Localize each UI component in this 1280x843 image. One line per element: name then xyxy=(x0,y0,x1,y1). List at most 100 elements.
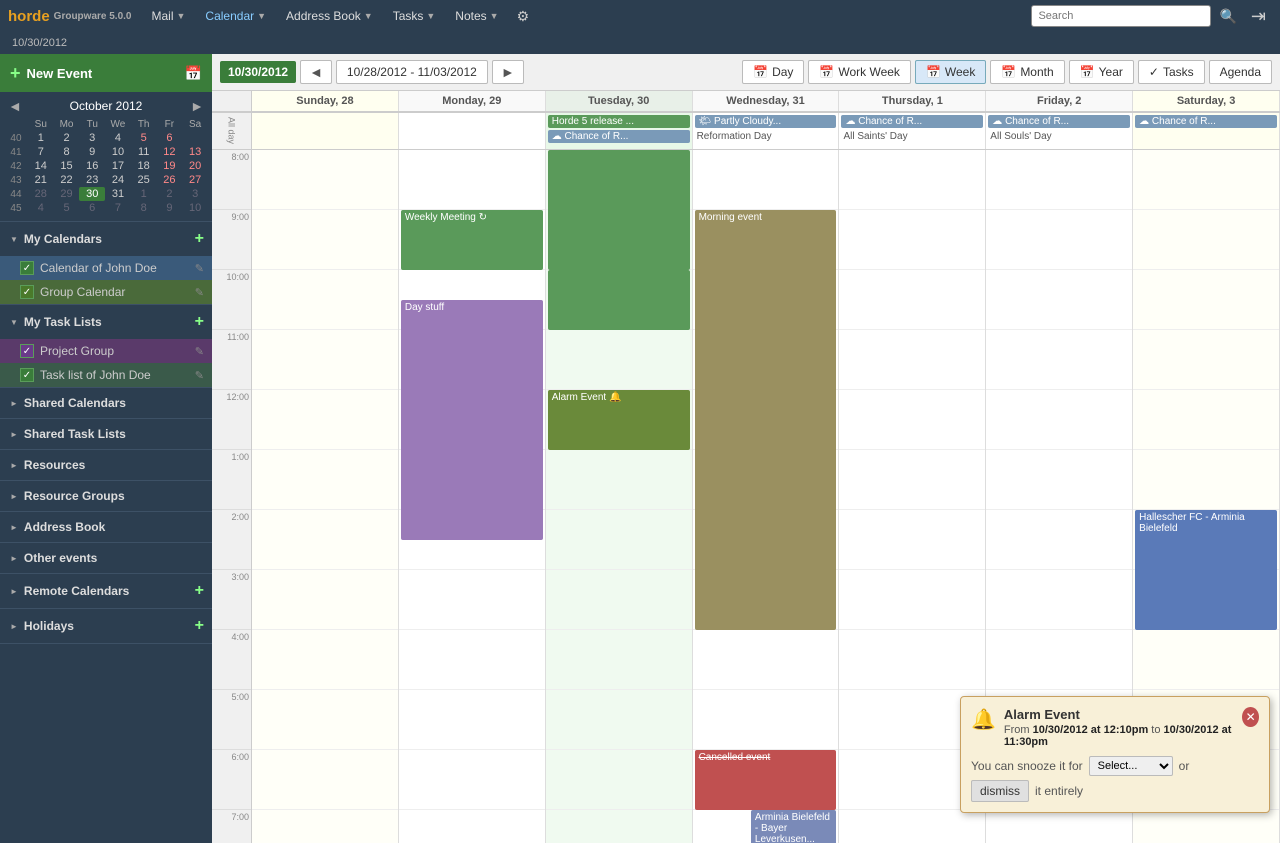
mini-cal-prev[interactable]: ◄ xyxy=(8,98,22,114)
mini-cal-day[interactable]: 2 xyxy=(157,187,183,201)
john-doe-calendar-edit-icon[interactable]: ✎ xyxy=(195,262,204,275)
event-day-stuff[interactable]: Day stuff xyxy=(401,300,543,540)
slot-tue30-100[interactable] xyxy=(546,450,692,510)
slot-mon29-800[interactable] xyxy=(399,150,545,210)
slot-sun28-1000[interactable] xyxy=(252,270,398,330)
slot-thu1-700[interactable] xyxy=(839,810,985,843)
slot-fri2-700[interactable] xyxy=(986,810,1132,843)
slot-sat3-1100[interactable] xyxy=(1133,330,1279,390)
mini-cal-day[interactable]: 6 xyxy=(79,201,105,215)
holidays-header[interactable]: ► Holidays + xyxy=(0,609,212,643)
slot-sat3-1200[interactable] xyxy=(1133,390,1279,450)
event-arminia-wed[interactable]: Arminia Bielefeld - Bayer Leverkusen... xyxy=(751,810,837,843)
slot-wed31-400[interactable] xyxy=(693,630,839,690)
mini-cal-day[interactable]: 16 xyxy=(79,159,105,173)
slot-sun28-500[interactable] xyxy=(252,690,398,750)
mini-cal-day[interactable]: 13 xyxy=(182,145,208,159)
address-book-header[interactable]: ► Address Book xyxy=(0,512,212,542)
shared-calendars-header[interactable]: ► Shared Calendars xyxy=(0,388,212,418)
mini-cal-day[interactable]: 26 xyxy=(157,173,183,187)
sidebar-item-john-doe-calendar[interactable]: ✓ Calendar of John Doe ✎ xyxy=(0,256,212,280)
next-week-button[interactable]: ► xyxy=(492,60,524,84)
slot-tue30-600[interactable] xyxy=(546,750,692,810)
mini-cal-day[interactable]: 18 xyxy=(131,159,157,173)
allday-event-chance-tue[interactable]: ☁ Chance of R... xyxy=(548,130,690,143)
mini-cal-day[interactable]: 15 xyxy=(54,159,80,173)
mini-cal-day[interactable]: 5 xyxy=(131,131,157,145)
mini-cal-day[interactable]: 29 xyxy=(54,187,80,201)
slot-fri2-200[interactable] xyxy=(986,510,1132,570)
slot-mon29-700[interactable] xyxy=(399,810,545,843)
mini-cal-day[interactable]: 9 xyxy=(79,145,105,159)
slot-wed31-800[interactable] xyxy=(693,150,839,210)
allday-event-chance-thu[interactable]: ☁ Chance of R... xyxy=(841,115,983,128)
slot-tue30-700[interactable] xyxy=(546,810,692,843)
slot-sat3-800[interactable] xyxy=(1133,150,1279,210)
slot-mon29-600[interactable] xyxy=(399,750,545,810)
slot-sat3-900[interactable] xyxy=(1133,210,1279,270)
mini-cal-day[interactable]: 7 xyxy=(28,145,54,159)
slot-sun28-600[interactable] xyxy=(252,750,398,810)
slot-sat3-400[interactable] xyxy=(1133,630,1279,690)
slot-fri2-1200[interactable] xyxy=(986,390,1132,450)
mini-cal-day[interactable]: 5 xyxy=(54,201,80,215)
mini-cal-next[interactable]: ► xyxy=(190,98,204,114)
mini-cal-day[interactable]: 11 xyxy=(131,145,157,159)
mini-cal-day[interactable]: 2 xyxy=(54,131,80,145)
mini-cal-day[interactable]: 20 xyxy=(182,159,208,173)
nav-mail[interactable]: Mail ▼ xyxy=(143,5,193,27)
add-calendar-button[interactable]: + xyxy=(195,230,204,248)
my-calendars-header[interactable]: ▼ My Calendars + xyxy=(0,222,212,256)
slot-fri2-1100[interactable] xyxy=(986,330,1132,390)
slot-thu1-1100[interactable] xyxy=(839,330,985,390)
add-remote-calendar-button[interactable]: + xyxy=(195,582,204,600)
mini-cal-day[interactable]: 24 xyxy=(105,173,131,187)
slot-sun28-700[interactable] xyxy=(252,810,398,843)
add-task-list-button[interactable]: + xyxy=(195,313,204,331)
slot-mon29-500[interactable] xyxy=(399,690,545,750)
mini-cal-day[interactable]: 17 xyxy=(105,159,131,173)
view-day-button[interactable]: 📅 Day xyxy=(742,60,804,84)
slot-sun28-400[interactable] xyxy=(252,630,398,690)
nav-calendar[interactable]: Calendar ▼ xyxy=(197,5,274,27)
allday-event-partly-cloudy[interactable]: 🌤 Partly Cloudy... xyxy=(695,115,837,128)
project-group-edit-icon[interactable]: ✎ xyxy=(195,345,204,358)
prev-week-button[interactable]: ◄ xyxy=(300,60,332,84)
view-agenda-button[interactable]: Agenda xyxy=(1209,60,1272,84)
slot-fri2-900[interactable] xyxy=(986,210,1132,270)
allday-event-chance-fri[interactable]: ☁ Chance of R... xyxy=(988,115,1130,128)
mini-cal-day[interactable]: 19 xyxy=(157,159,183,173)
slot-sun28-900[interactable] xyxy=(252,210,398,270)
search-button[interactable]: 🔍 xyxy=(1215,6,1240,27)
resource-groups-header[interactable]: ► Resource Groups xyxy=(0,481,212,511)
slot-mon29-400[interactable] xyxy=(399,630,545,690)
slot-thu1-800[interactable] xyxy=(839,150,985,210)
view-year-button[interactable]: 📅 Year xyxy=(1069,60,1134,84)
add-holiday-button[interactable]: + xyxy=(195,617,204,635)
view-tasks-button[interactable]: ✓ Tasks xyxy=(1138,60,1205,84)
slot-tue30-200[interactable] xyxy=(546,510,692,570)
slot-thu1-400[interactable] xyxy=(839,630,985,690)
slot-fri2-300[interactable] xyxy=(986,570,1132,630)
mini-cal-day[interactable]: 21 xyxy=(28,173,54,187)
slot-sun28-200[interactable] xyxy=(252,510,398,570)
sidebar-item-project-group[interactable]: ✓ Project Group ✎ xyxy=(0,339,212,363)
mini-cal-day[interactable]: 4 xyxy=(105,131,131,145)
mini-cal-day[interactable]: 7 xyxy=(105,201,131,215)
mini-cal-day[interactable]: 30 xyxy=(79,187,105,201)
nav-notes[interactable]: Notes ▼ xyxy=(447,5,506,27)
mini-cal-day[interactable]: 31 xyxy=(105,187,131,201)
slot-fri2-1000[interactable] xyxy=(986,270,1132,330)
slot-sun28-800[interactable] xyxy=(252,150,398,210)
remote-calendars-header[interactable]: ► Remote Calendars + xyxy=(0,574,212,608)
slot-sun28-300[interactable] xyxy=(252,570,398,630)
allday-event-chance-sat[interactable]: ☁ Chance of R... xyxy=(1135,115,1277,128)
alarm-close-button[interactable]: ✕ xyxy=(1242,707,1259,727)
mini-cal-day[interactable]: 3 xyxy=(182,187,208,201)
view-workweek-button[interactable]: 📅 Work Week xyxy=(808,60,911,84)
allday-event-horde5[interactable]: Horde 5 release ... xyxy=(548,115,690,128)
mini-cal-day[interactable]: 23 xyxy=(79,173,105,187)
mini-cal-day[interactable]: 3 xyxy=(79,131,105,145)
event-alarm[interactable]: Alarm Event 🔔 xyxy=(548,390,690,450)
view-month-button[interactable]: 📅 Month xyxy=(990,60,1064,84)
